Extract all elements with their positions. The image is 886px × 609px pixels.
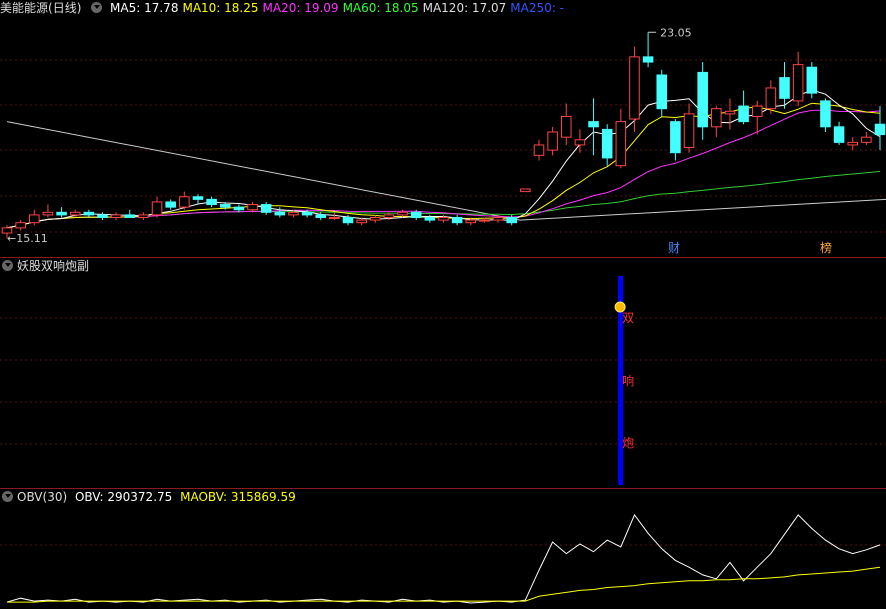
candle-body [356,219,367,224]
candle-body [397,211,408,216]
candle-body [656,74,668,110]
candle-body [465,219,477,224]
candle-body [479,219,490,222]
obv-line [6,513,881,604]
dropdown-icon[interactable] [2,491,13,502]
candle-body [506,217,517,224]
candle-body [260,204,272,213]
candle-body [438,217,449,221]
indicator2-header: 妖股双响炮副 [0,258,93,274]
candle-body [806,66,818,94]
candle-body [274,211,286,216]
candle-body [560,115,572,138]
candle-body [533,144,545,156]
event-marker: 财 [668,241,680,255]
candle-body [179,196,190,208]
candle-body [424,217,436,221]
candle-body [342,217,354,224]
candle-body [138,214,149,218]
candle-body [683,113,695,149]
candle-body [820,100,831,128]
event-marker: 榜 [820,240,832,255]
price-low-label: ←15.11 [7,232,48,245]
candle-body [315,214,327,218]
divider-1 [0,257,886,258]
candle-body [42,211,54,216]
candle-body [206,198,217,206]
candle-body [779,77,790,99]
candle-body [124,214,136,218]
candle-body [110,214,122,218]
candle-body [861,136,872,143]
ma20-line [6,109,881,229]
candle-body [69,211,81,216]
candle-body [574,139,586,146]
candle-body [670,121,681,154]
candle-body [751,105,763,117]
obv-value: OBV: 290372.75 [74,490,173,504]
signal-text: 双 [622,311,634,325]
maobv-value: MAOBV: 315869.59 [180,490,296,504]
indicator2-title[interactable]: 妖股双响炮副 [17,259,89,273]
candle-body [847,141,858,146]
candle-body [547,131,558,151]
dropdown-icon[interactable] [2,260,13,271]
candle-body [792,64,804,102]
candle-body [410,211,422,218]
candle-body [29,214,40,224]
price-high-label: 23.05 [660,26,692,39]
indicator3-title[interactable]: OBV(30) [17,490,67,504]
candle-body [233,206,245,211]
candle-body [15,222,26,229]
indicator3-header: OBV(30) OBV: 290372.75 MAOBV: 315869.59 [0,489,300,505]
candle-body [97,214,108,218]
signal-text: 炮 [622,436,634,450]
candle-body [874,123,886,136]
candle-body [383,214,395,218]
candle-body [588,121,599,128]
candle-body [288,211,299,216]
candle-body [370,217,381,221]
ma10-line [6,102,881,229]
candle-body [629,56,640,120]
candle-body [83,211,95,216]
signal-text: 响 [622,373,634,388]
candle-body [329,217,340,219]
candle-body [615,121,627,167]
candle-body [738,105,749,123]
candle-body [219,204,231,208]
candle-body [192,196,204,200]
candle-body [492,217,504,221]
candle-body [711,108,722,128]
candle-body [833,126,845,143]
candle-body [247,204,258,211]
ma120-line [519,198,886,221]
candle-body [165,201,176,208]
candle-body [451,217,463,224]
candle-body [56,211,67,216]
candle-body [642,56,654,63]
maobv-line [7,566,881,603]
candle-body [601,128,613,159]
candle-body [520,188,531,193]
candle-body [301,211,313,216]
candle-body [724,110,736,115]
candle-body [151,201,163,216]
price-chart: 23.05 ←15.11 财 榜双响炮 [0,26,886,604]
candle-body [697,71,708,128]
candle-body [765,87,777,110]
